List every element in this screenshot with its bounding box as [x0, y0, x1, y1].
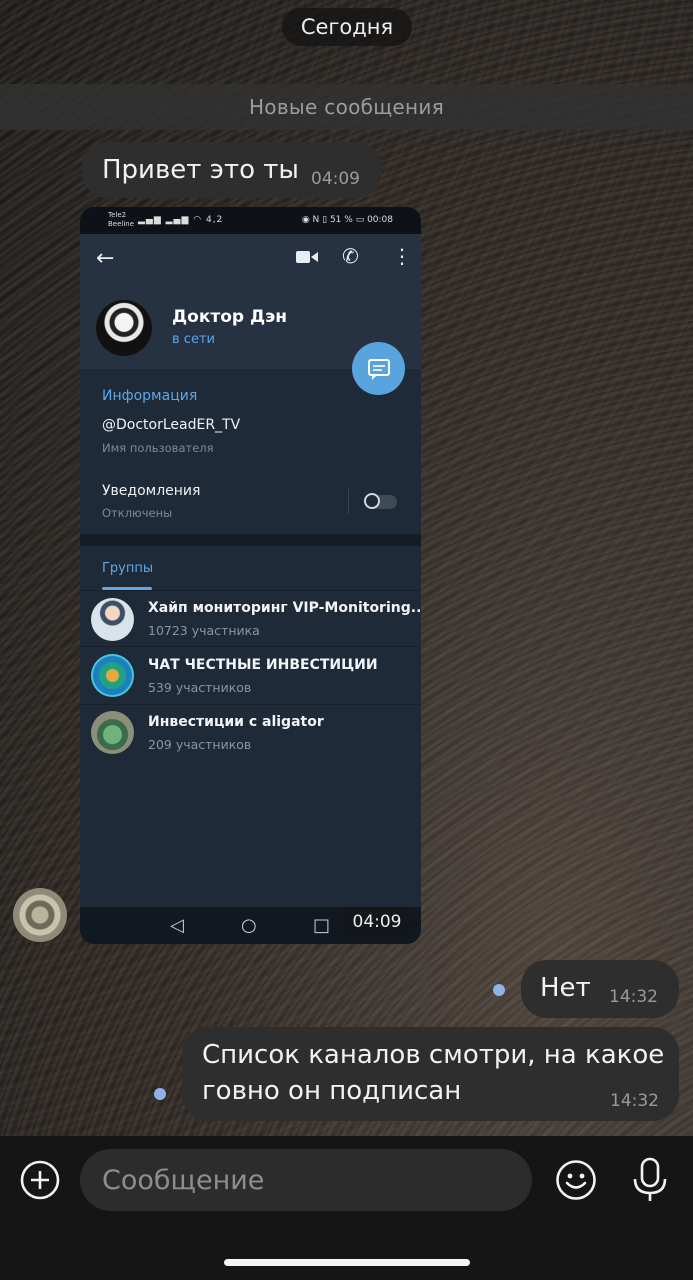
notifications-label: Уведомления — [102, 483, 201, 499]
contact-status: в сети — [172, 332, 215, 347]
image-message[interactable]: Tele2 Beeline ▂▄▆ ▂▄▆ ◠ 4,2 ◉ N ▯ 51 % ▭ … — [80, 207, 421, 944]
group-members: 209 участников — [148, 737, 252, 752]
divider — [80, 646, 421, 647]
contact-avatar — [96, 300, 152, 356]
read-status-dot — [493, 984, 505, 996]
date-separator: Сегодня — [282, 8, 412, 46]
divider — [80, 590, 421, 591]
video-call-icon[interactable] — [296, 249, 318, 265]
message-time: 14:32 — [610, 1091, 659, 1111]
microphone-icon[interactable] — [630, 1157, 670, 1203]
sender-avatar[interactable] — [13, 888, 67, 942]
new-messages-banner: Новые сообщения — [0, 84, 693, 130]
message-bubble-outgoing[interactable]: Нет 14:32 — [521, 960, 679, 1018]
status-right: ◉ N ▯ 51 % ▭ 00:08 — [301, 215, 393, 225]
divider — [80, 704, 421, 705]
operator-label: Tele2 Beeline — [108, 211, 135, 228]
nav-home-icon[interactable]: ○ — [241, 915, 257, 936]
notifications-toggle[interactable] — [364, 493, 397, 509]
message-fab[interactable] — [352, 342, 405, 395]
tab-groups[interactable]: Группы — [102, 561, 153, 576]
contact-name: Доктор Дэн — [172, 307, 287, 327]
info-title: Информация — [102, 388, 198, 404]
message-text-line: говно он подписан — [202, 1076, 462, 1106]
network-speed: 4,2 — [205, 215, 224, 225]
phone-icon[interactable]: ✆ — [342, 244, 359, 268]
message-time: 04:09 — [340, 907, 414, 937]
status-time: 00:08 — [367, 215, 393, 225]
notifications-state: Отключены — [102, 506, 173, 520]
nav-recents-icon[interactable]: □ — [313, 915, 330, 936]
group-members: 539 участников — [148, 680, 252, 695]
message-time: 14:32 — [609, 987, 658, 1007]
signal-icon: ▂▄▆ ▂▄▆ ◠ 4,2 — [138, 215, 224, 225]
emoji-icon[interactable] — [555, 1159, 597, 1201]
section-gap — [80, 534, 421, 546]
battery-level: 51 % — [329, 215, 353, 225]
group-name[interactable]: Хайп мониторинг VIP-Monitoring... — [148, 600, 421, 616]
more-options-icon[interactable]: ⋮ — [392, 244, 412, 268]
read-status-dot — [154, 1088, 166, 1100]
group-name[interactable]: ЧАТ ЧЕСТНЫЕ ИНВЕСТИЦИИ — [148, 657, 378, 673]
group-name[interactable]: Инвестиции с aligator — [148, 714, 324, 730]
group-members: 10723 участника — [148, 623, 260, 638]
message-input[interactable] — [80, 1149, 532, 1211]
message-text: Привет это ты — [102, 155, 299, 185]
add-attachment-icon[interactable] — [20, 1160, 60, 1200]
message-bubble-incoming[interactable]: Привет это ты 04:09 — [82, 142, 382, 198]
message-text-line: Список каналов смотри, на какое — [202, 1040, 665, 1070]
home-indicator[interactable] — [224, 1259, 470, 1266]
username-label: Имя пользователя — [102, 441, 214, 455]
chat-icon — [368, 359, 390, 380]
message-bubble-outgoing[interactable]: Список каналов смотри, на какое говно он… — [182, 1027, 679, 1121]
group-avatar — [91, 598, 134, 641]
status-bar: Tele2 Beeline ▂▄▆ ▂▄▆ ◠ 4,2 ◉ N ▯ 51 % ▭ … — [80, 207, 421, 234]
nav-back-icon[interactable]: ◁ — [170, 915, 184, 936]
divider — [348, 489, 349, 514]
username-value[interactable]: @DoctorLeadER_TV — [102, 417, 240, 433]
group-avatar — [91, 711, 134, 754]
message-time: 04:09 — [311, 169, 360, 189]
message-text: Нет — [540, 973, 591, 1003]
group-avatar — [91, 654, 134, 697]
back-arrow-icon[interactable]: ← — [96, 246, 114, 271]
